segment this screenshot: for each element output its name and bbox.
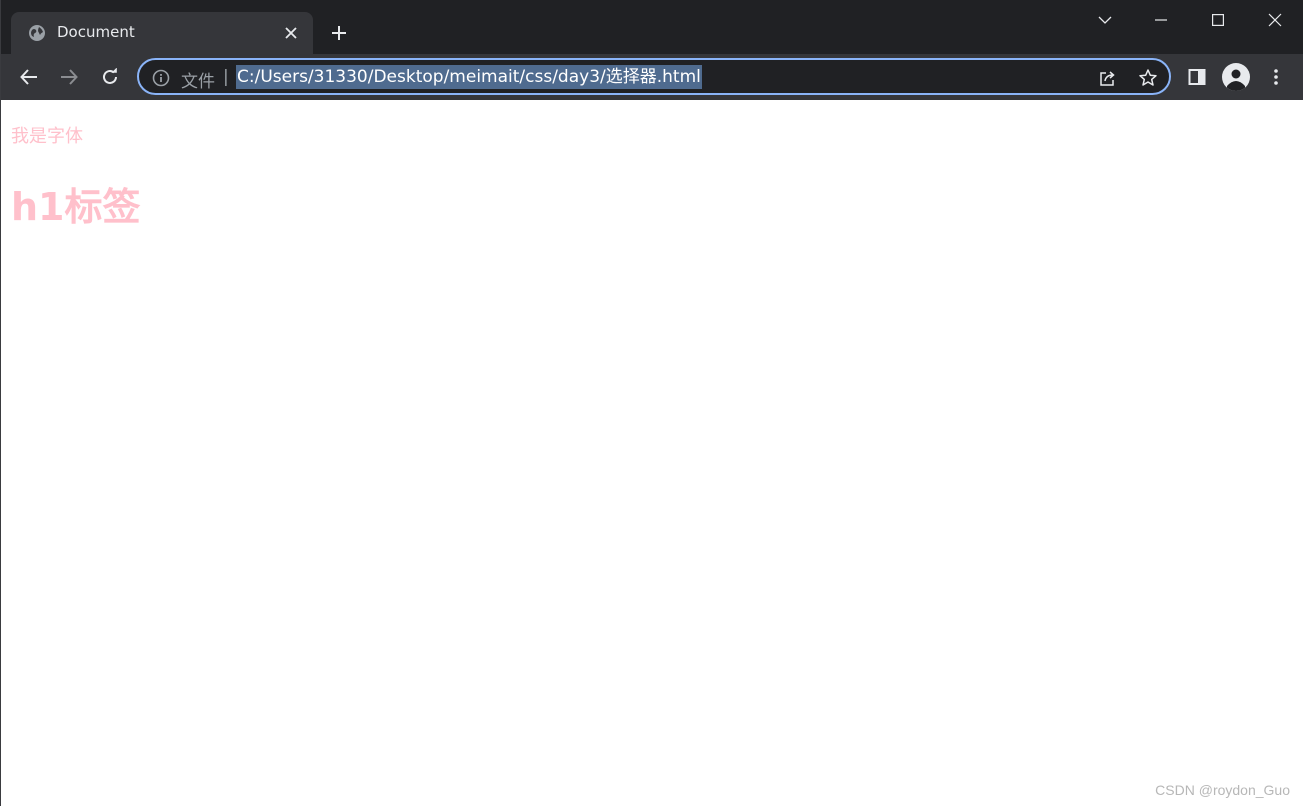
- side-panel-icon[interactable]: [1183, 63, 1211, 91]
- page-content: 我是字体 h1标签 CSDN @roydon_Guo: [1, 100, 1303, 806]
- profile-icon[interactable]: [1222, 63, 1250, 91]
- close-icon[interactable]: [281, 23, 301, 43]
- info-icon[interactable]: [151, 68, 171, 88]
- browser-window: Document 文件 | C:/Users/31330/Desktop/mei…: [0, 0, 1303, 806]
- share-icon[interactable]: [1097, 67, 1119, 89]
- address-bar[interactable]: 文件 | C:/Users/31330/Desktop/meimait/css/…: [137, 58, 1171, 95]
- back-arrow-icon[interactable]: [15, 63, 43, 91]
- maximize-icon[interactable]: [1204, 6, 1232, 34]
- star-icon[interactable]: [1137, 67, 1159, 89]
- scheme-separator: |: [223, 67, 229, 87]
- scheme-label: 文件: [181, 72, 215, 92]
- toolbar: 文件 | C:/Users/31330/Desktop/meimait/css/…: [1, 54, 1303, 100]
- forward-arrow-icon[interactable]: [55, 63, 83, 91]
- chevron-down-icon[interactable]: [1091, 6, 1119, 34]
- h1-heading: h1标签: [11, 185, 141, 229]
- plus-icon[interactable]: [327, 21, 351, 45]
- globe-icon: [28, 24, 46, 42]
- kebab-menu-icon[interactable]: [1262, 63, 1290, 91]
- tab-strip: Document: [1, 0, 1303, 54]
- reload-icon[interactable]: [96, 63, 124, 91]
- minimize-icon[interactable]: [1147, 6, 1175, 34]
- font-text: 我是字体: [11, 126, 83, 147]
- watermark: CSDN @roydon_Guo: [1155, 782, 1290, 798]
- tab-title: Document: [57, 23, 135, 41]
- tab-document[interactable]: Document: [11, 12, 313, 54]
- close-window-icon[interactable]: [1261, 6, 1289, 34]
- url-text[interactable]: C:/Users/31330/Desktop/meimait/css/day3/…: [236, 65, 702, 89]
